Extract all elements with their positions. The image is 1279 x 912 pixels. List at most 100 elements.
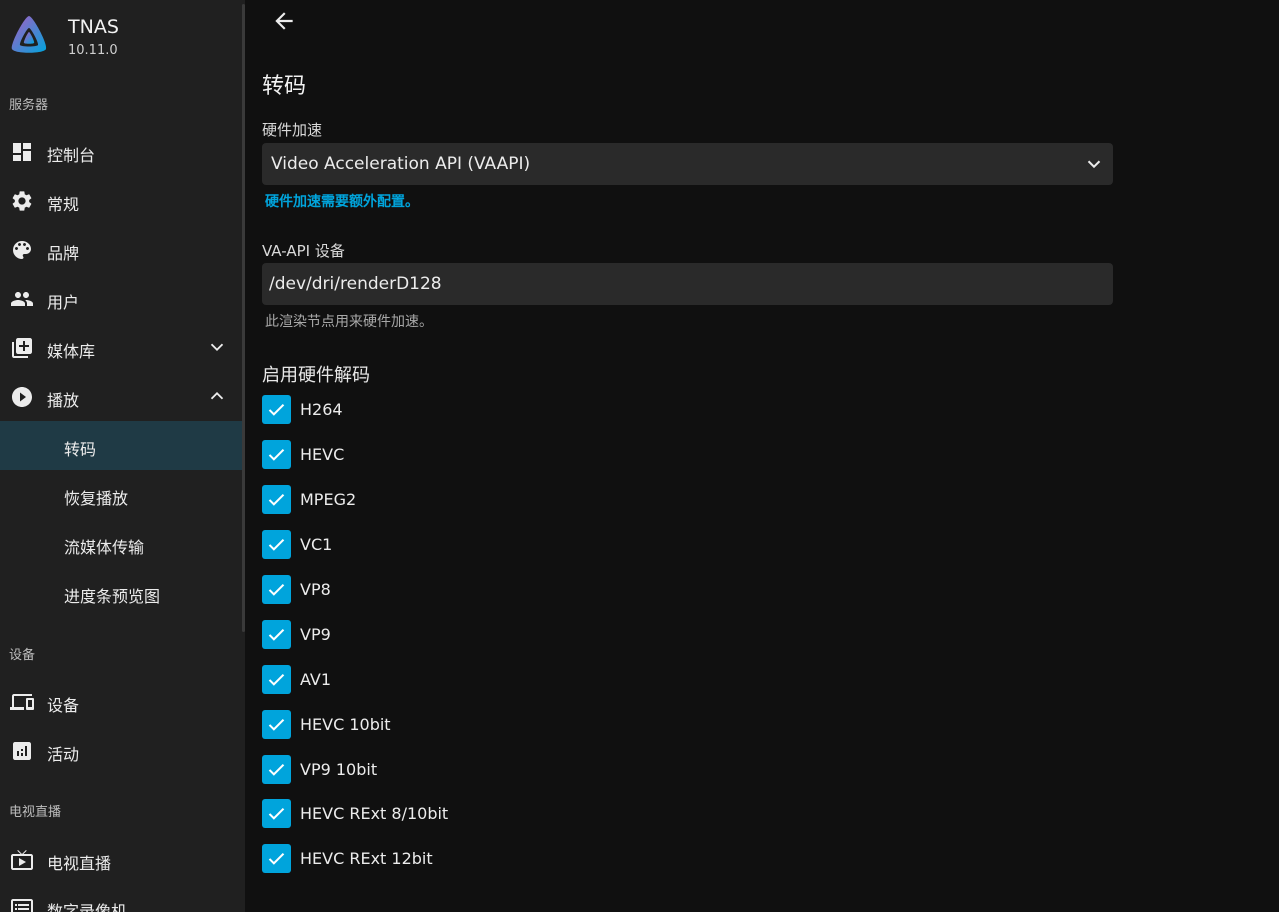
hw-decode-heading: 启用硬件解码 [262, 365, 370, 386]
sidebar-item-label: 播放 [47, 391, 80, 410]
library-add-icon [12, 338, 32, 358]
sidebar-subitem-label: 流媒体传输 [64, 538, 145, 557]
checkbox-vp9[interactable]: VP9 [262, 620, 662, 650]
checkbox-hevc[interactable]: HEVC [262, 440, 662, 470]
checkbox-box[interactable] [262, 620, 291, 649]
hw-accel-select[interactable]: Video Acceleration API (VAAPI) [262, 143, 1113, 185]
sidebar-item-general[interactable]: 常规 [0, 177, 245, 225]
checkbox-box[interactable] [262, 799, 291, 828]
checkbox-vc1[interactable]: VC1 [262, 530, 662, 560]
check-icon [268, 673, 285, 686]
sidebar-item-activity[interactable]: 活动 [0, 727, 245, 775]
app-version: 10.11.0 [68, 43, 118, 58]
vaapi-device-label: VA-API 设备 [262, 242, 345, 260]
sidebar-item-playback[interactable]: 播放 [0, 373, 245, 421]
checkbox-vp8[interactable]: VP8 [262, 575, 662, 605]
checkbox-h264[interactable]: H264 [262, 395, 662, 425]
back-arrow-icon[interactable] [271, 8, 297, 34]
checkbox-box[interactable] [262, 530, 291, 559]
palette-icon [13, 241, 31, 259]
sidebar-subitem-streaming[interactable]: 流媒体传输 [0, 519, 245, 568]
hw-accel-label: 硬件加速 [262, 121, 323, 139]
brand[interactable]: TNAS 10.11.0 [8, 14, 228, 64]
chevron-down-icon [1087, 160, 1101, 169]
checkbox-hevc-rext-8-10bit[interactable]: HEVC RExt 8/10bit [262, 799, 662, 829]
sidebar-item-dashboard[interactable]: 控制台 [0, 128, 245, 176]
sidebar-item-label: 用户 [47, 293, 80, 312]
checkbox-label: HEVC RExt 8/10bit [300, 804, 449, 823]
check-icon [268, 718, 285, 731]
vaapi-device-help: 此渲染节点用来硬件加速。 [265, 314, 433, 330]
sidebar-item-label: 品牌 [47, 244, 80, 263]
sidebar-subitem-resume[interactable]: 恢复播放 [0, 470, 245, 519]
jellyfin-logo-icon [11, 16, 47, 53]
checkbox-box[interactable] [262, 575, 291, 604]
check-icon [268, 807, 285, 820]
sidebar-item-label: 活动 [47, 745, 80, 764]
gear-icon [12, 191, 32, 211]
checkbox-box[interactable] [262, 755, 291, 784]
check-icon [268, 493, 285, 506]
live-tv-icon [11, 850, 33, 870]
checkbox-label: HEVC [300, 445, 345, 464]
checkbox-label: HEVC 10bit [300, 715, 391, 734]
main-content: 转码 硬件加速 Video Acceleration API (VAAPI) 硬… [245, 0, 1279, 912]
checkbox-vp9-10bit[interactable]: VP9 10bit [262, 755, 662, 785]
check-icon [268, 628, 285, 641]
section-label-livetv: 电视直播 [9, 805, 62, 820]
sidebar-item-label: 控制台 [47, 146, 96, 165]
checkbox-mpeg2[interactable]: MPEG2 [262, 485, 662, 515]
checkbox-label: VP9 [300, 625, 331, 644]
check-icon [268, 583, 285, 596]
people-icon [11, 292, 33, 306]
checkbox-label: H264 [300, 400, 343, 419]
hw-accel-help-link[interactable]: 硬件加速需要额外配置。 [265, 191, 419, 211]
sidebar-item-label: 数字录像机 [47, 902, 128, 912]
play-circle-icon [12, 387, 32, 407]
vaapi-device-input[interactable] [262, 263, 1113, 305]
checkbox-label: VP8 [300, 580, 331, 599]
sidebar-item-branding[interactable]: 品牌 [0, 226, 245, 274]
sidebar-item-users[interactable]: 用户 [0, 275, 245, 323]
sidebar-item-livetv[interactable]: 电视直播 [0, 836, 245, 884]
dvr-icon [11, 899, 33, 912]
chevron-down-icon[interactable] [206, 336, 228, 358]
devices-icon [10, 694, 34, 710]
checkbox-box[interactable] [262, 485, 291, 514]
sidebar-item-libraries[interactable]: 媒体库 [0, 324, 245, 372]
dashboard-icon [13, 143, 31, 161]
sidebar-subitem-label: 转码 [64, 440, 97, 459]
sidebar-subitem-trickplay[interactable]: 进度条预览图 [0, 568, 245, 617]
check-icon [268, 538, 285, 551]
checkbox-box[interactable] [262, 710, 291, 739]
checkbox-label: VP9 10bit [300, 760, 378, 779]
checkbox-hevc-rext-12bit[interactable]: HEVC RExt 12bit [262, 844, 662, 874]
checkbox-hevc-10bit[interactable]: HEVC 10bit [262, 710, 662, 740]
analytics-icon [13, 742, 31, 760]
sidebar-item-dvr[interactable]: 数字录像机 [0, 884, 245, 912]
sidebar: TNAS 10.11.0 服务器 控制台 常规 品牌 用户 媒体库 播放 转码 … [0, 0, 245, 912]
hw-accel-value: Video Acceleration API (VAAPI) [271, 154, 531, 174]
sidebar-subitem-transcoding[interactable]: 转码 [0, 421, 245, 470]
page-title: 转码 [262, 74, 307, 99]
checkbox-box[interactable] [262, 440, 291, 469]
app-name: TNAS [68, 16, 119, 38]
sidebar-item-label: 电视直播 [47, 854, 112, 873]
checkbox-box[interactable] [262, 395, 291, 424]
check-icon [268, 852, 285, 865]
section-label-devices: 设备 [9, 648, 36, 663]
checkbox-box[interactable] [262, 665, 291, 694]
checkbox-label: VC1 [300, 535, 333, 554]
sidebar-item-label: 媒体库 [47, 342, 96, 361]
checkbox-box[interactable] [262, 844, 291, 873]
check-icon [268, 403, 285, 416]
chevron-up-icon[interactable] [206, 385, 228, 407]
checkbox-label: MPEG2 [300, 490, 357, 509]
check-icon [268, 763, 285, 776]
sidebar-item-label: 设备 [47, 696, 80, 715]
sidebar-item-devices[interactable]: 设备 [0, 678, 245, 726]
checkbox-label: HEVC RExt 12bit [300, 849, 433, 868]
checkbox-av1[interactable]: AV1 [262, 665, 662, 695]
sidebar-subitem-label: 进度条预览图 [64, 587, 161, 606]
sidebar-item-label: 常规 [47, 195, 80, 214]
